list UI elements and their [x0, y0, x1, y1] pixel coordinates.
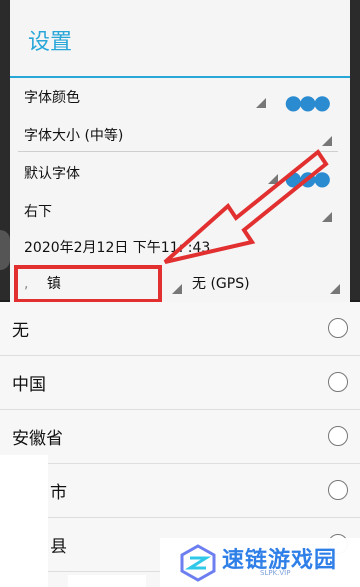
- list-item[interactable]: 无: [0, 302, 360, 356]
- watermark-logo-icon: [180, 544, 216, 582]
- watermark-subtitle: SLPK.VIP: [260, 569, 291, 577]
- radio-button[interactable]: [328, 318, 348, 338]
- radio-button[interactable]: [328, 372, 348, 392]
- list-item[interactable]: 安徽省: [0, 410, 360, 464]
- list-item[interactable]: 市: [0, 464, 360, 518]
- option-label: 中国: [12, 375, 46, 395]
- option-label: 无: [12, 321, 29, 341]
- redaction-block: [68, 575, 146, 587]
- option-label: 县: [50, 537, 67, 557]
- option-label: 安徽省: [12, 429, 63, 449]
- option-label: 市: [50, 483, 67, 503]
- radio-button[interactable]: [328, 426, 348, 446]
- watermark: 速链游戏园 SLPK.VIP: [160, 538, 360, 587]
- list-item[interactable]: 中国: [0, 356, 360, 410]
- redaction-block: [0, 455, 48, 587]
- radio-button[interactable]: [328, 480, 348, 500]
- annotation-arrow-icon: [163, 149, 329, 264]
